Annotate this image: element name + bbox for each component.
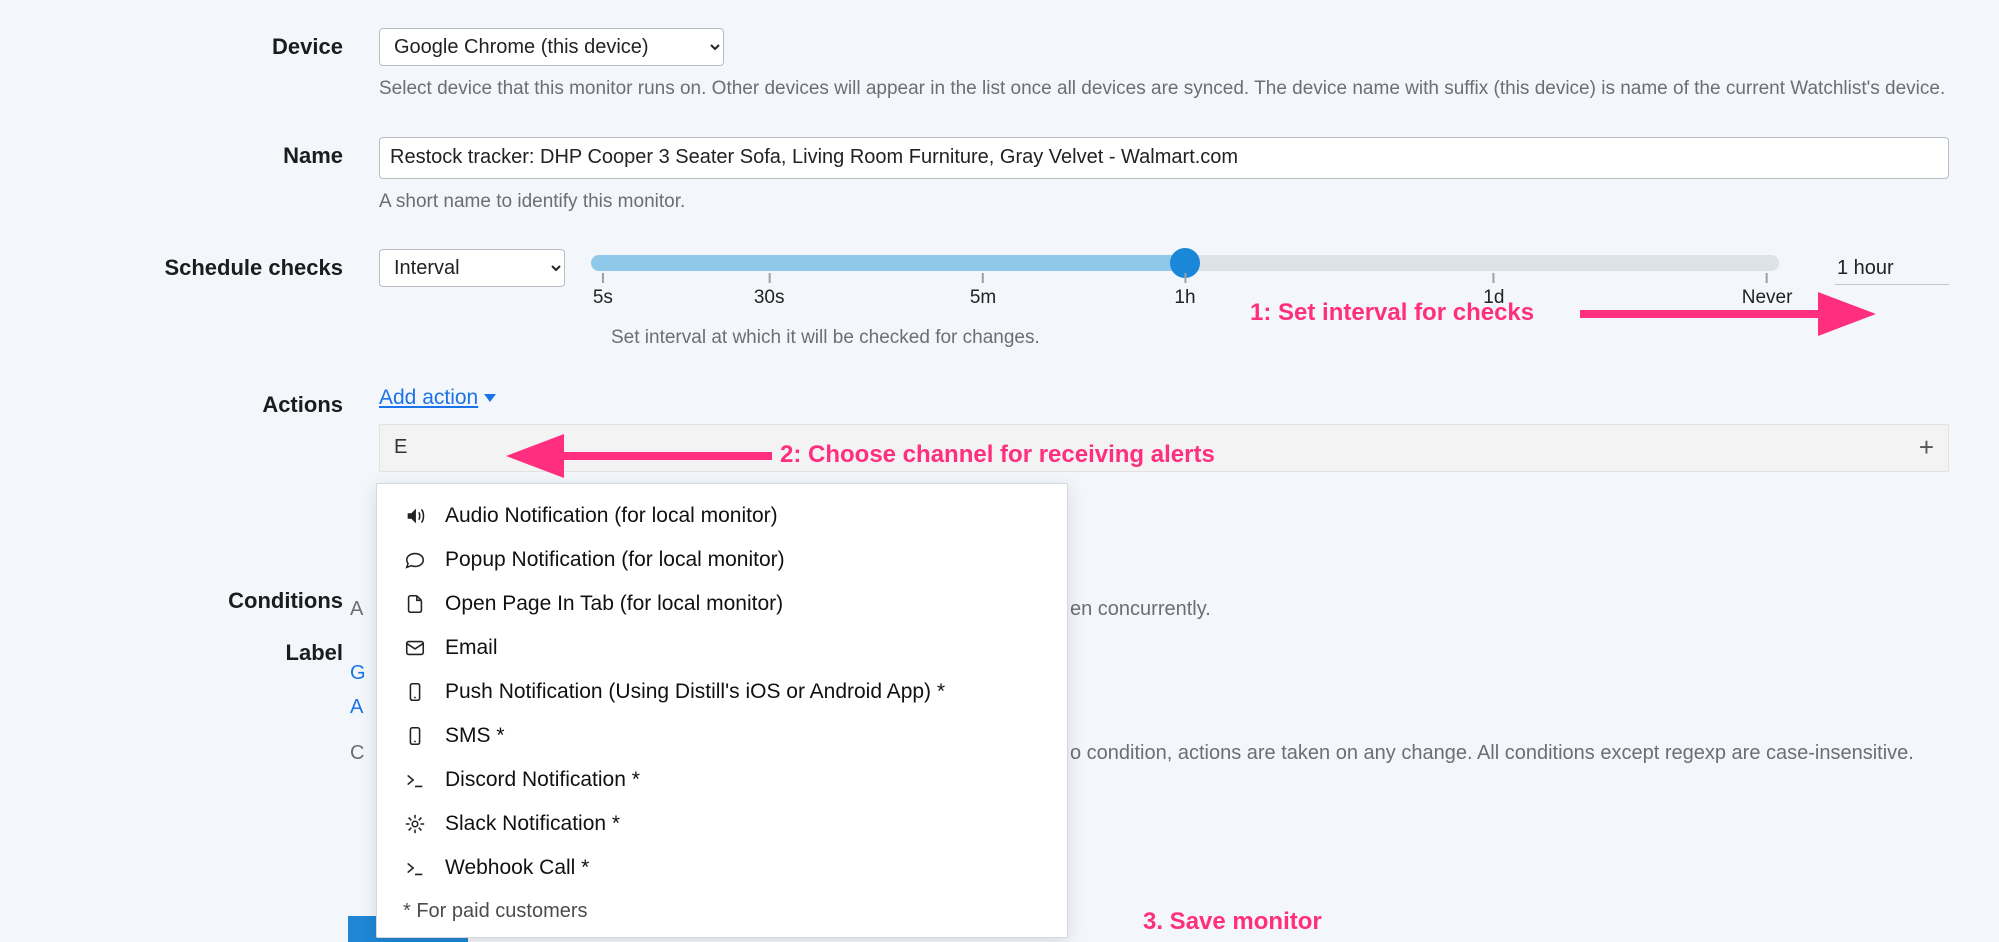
device-row: Device Google Chrome (this device) Selec…: [0, 28, 1999, 103]
conditions-peek-1[interactable]: G: [350, 662, 366, 685]
popup-icon: [403, 549, 427, 571]
name-helper: A short name to identify this monitor.: [379, 189, 1949, 216]
add-action-plus-icon[interactable]: +: [1919, 432, 1934, 463]
phone-icon: [403, 681, 427, 703]
schedule-label: Schedule checks: [0, 249, 379, 281]
terminal-icon: [403, 769, 427, 791]
name-label: Name: [0, 137, 379, 169]
dropdown-item-label: Push Notification (Using Distill's iOS o…: [445, 680, 945, 704]
schedule-helper: Set interval at which it will be checked…: [611, 325, 1779, 352]
dropdown-footnote: * For paid customers: [377, 890, 1067, 923]
actions-label: Actions: [0, 386, 379, 418]
slack-icon: [403, 813, 427, 835]
slider-tick: 1h: [1174, 273, 1195, 309]
audio-icon: [403, 505, 427, 527]
slider-tick: 30s: [754, 273, 785, 309]
add-action-dropdown[interactable]: Audio Notification (for local monitor) Po…: [376, 483, 1068, 938]
dropdown-item[interactable]: Audio Notification (for local monitor): [377, 494, 1067, 538]
tab-icon: [403, 593, 427, 615]
dropdown-item-label: Open Page In Tab (for local monitor): [445, 592, 783, 616]
conditions-label: Conditions: [0, 582, 379, 614]
dropdown-item[interactable]: Push Notification (Using Distill's iOS o…: [377, 670, 1067, 714]
device-label: Device: [0, 28, 379, 60]
interval-value-input[interactable]: [1835, 253, 1949, 285]
dropdown-item[interactable]: Slack Notification *: [377, 802, 1067, 846]
dropdown-item-label: Email: [445, 636, 498, 660]
dropdown-item[interactable]: Open Page In Tab (for local monitor): [377, 582, 1067, 626]
dropdown-item[interactable]: Webhook Call *: [377, 846, 1067, 890]
action-email-row[interactable]: E +: [379, 424, 1949, 472]
action-email-prefix: E: [394, 436, 407, 459]
interval-slider[interactable]: [591, 255, 1779, 271]
dropdown-item-label: Discord Notification *: [445, 768, 640, 792]
conditions-peek-2[interactable]: A: [350, 696, 363, 719]
dropdown-item-label: Slack Notification *: [445, 812, 620, 836]
phone-icon: [403, 725, 427, 747]
label-label: Label: [0, 634, 379, 666]
actions-helper-suffix: en concurrently.: [1070, 598, 1211, 621]
slider-tick: Never: [1742, 273, 1793, 309]
schedule-mode-select[interactable]: Interval: [379, 249, 565, 287]
dropdown-item-label: Webhook Call *: [445, 856, 589, 880]
dropdown-item[interactable]: SMS *: [377, 714, 1067, 758]
dropdown-item-label: Popup Notification (for local monitor): [445, 548, 785, 572]
terminal-icon: [403, 857, 427, 879]
device-helper: Select device that this monitor runs on.…: [379, 76, 1949, 103]
slider-tick: 1d: [1483, 273, 1504, 309]
email-icon: [403, 637, 427, 659]
actions-row: Actions Add action E +: [0, 386, 1999, 472]
slider-tick: 5s: [593, 273, 613, 309]
add-action-label: Add action: [379, 386, 478, 410]
interval-slider-fill: [591, 255, 1185, 271]
conditions-helper-suffix: o condition, actions are taken on any ch…: [1070, 742, 1914, 765]
actions-helper-prefix: A: [350, 598, 363, 621]
dropdown-item-label: Audio Notification (for local monitor): [445, 504, 778, 528]
add-action-link[interactable]: Add action: [379, 386, 496, 410]
interval-ticks: 5s30s5m1h1dNever: [591, 273, 1779, 323]
name-row: Name A short name to identify this monit…: [0, 137, 1999, 216]
dropdown-item-label: SMS *: [445, 724, 505, 748]
dropdown-item[interactable]: Popup Notification (for local monitor): [377, 538, 1067, 582]
device-select[interactable]: Google Chrome (this device): [379, 28, 724, 66]
dropdown-item[interactable]: Discord Notification *: [377, 758, 1067, 802]
chevron-down-icon: [484, 394, 496, 402]
dropdown-item[interactable]: Email: [377, 626, 1067, 670]
schedule-row: Schedule checks Interval 5s 30s 5m 1h 1d Neve…: [0, 249, 1999, 352]
name-input[interactable]: [379, 137, 1949, 179]
slider-tick: 5m: [970, 273, 996, 309]
conditions-helper-prefix: C: [350, 742, 364, 765]
